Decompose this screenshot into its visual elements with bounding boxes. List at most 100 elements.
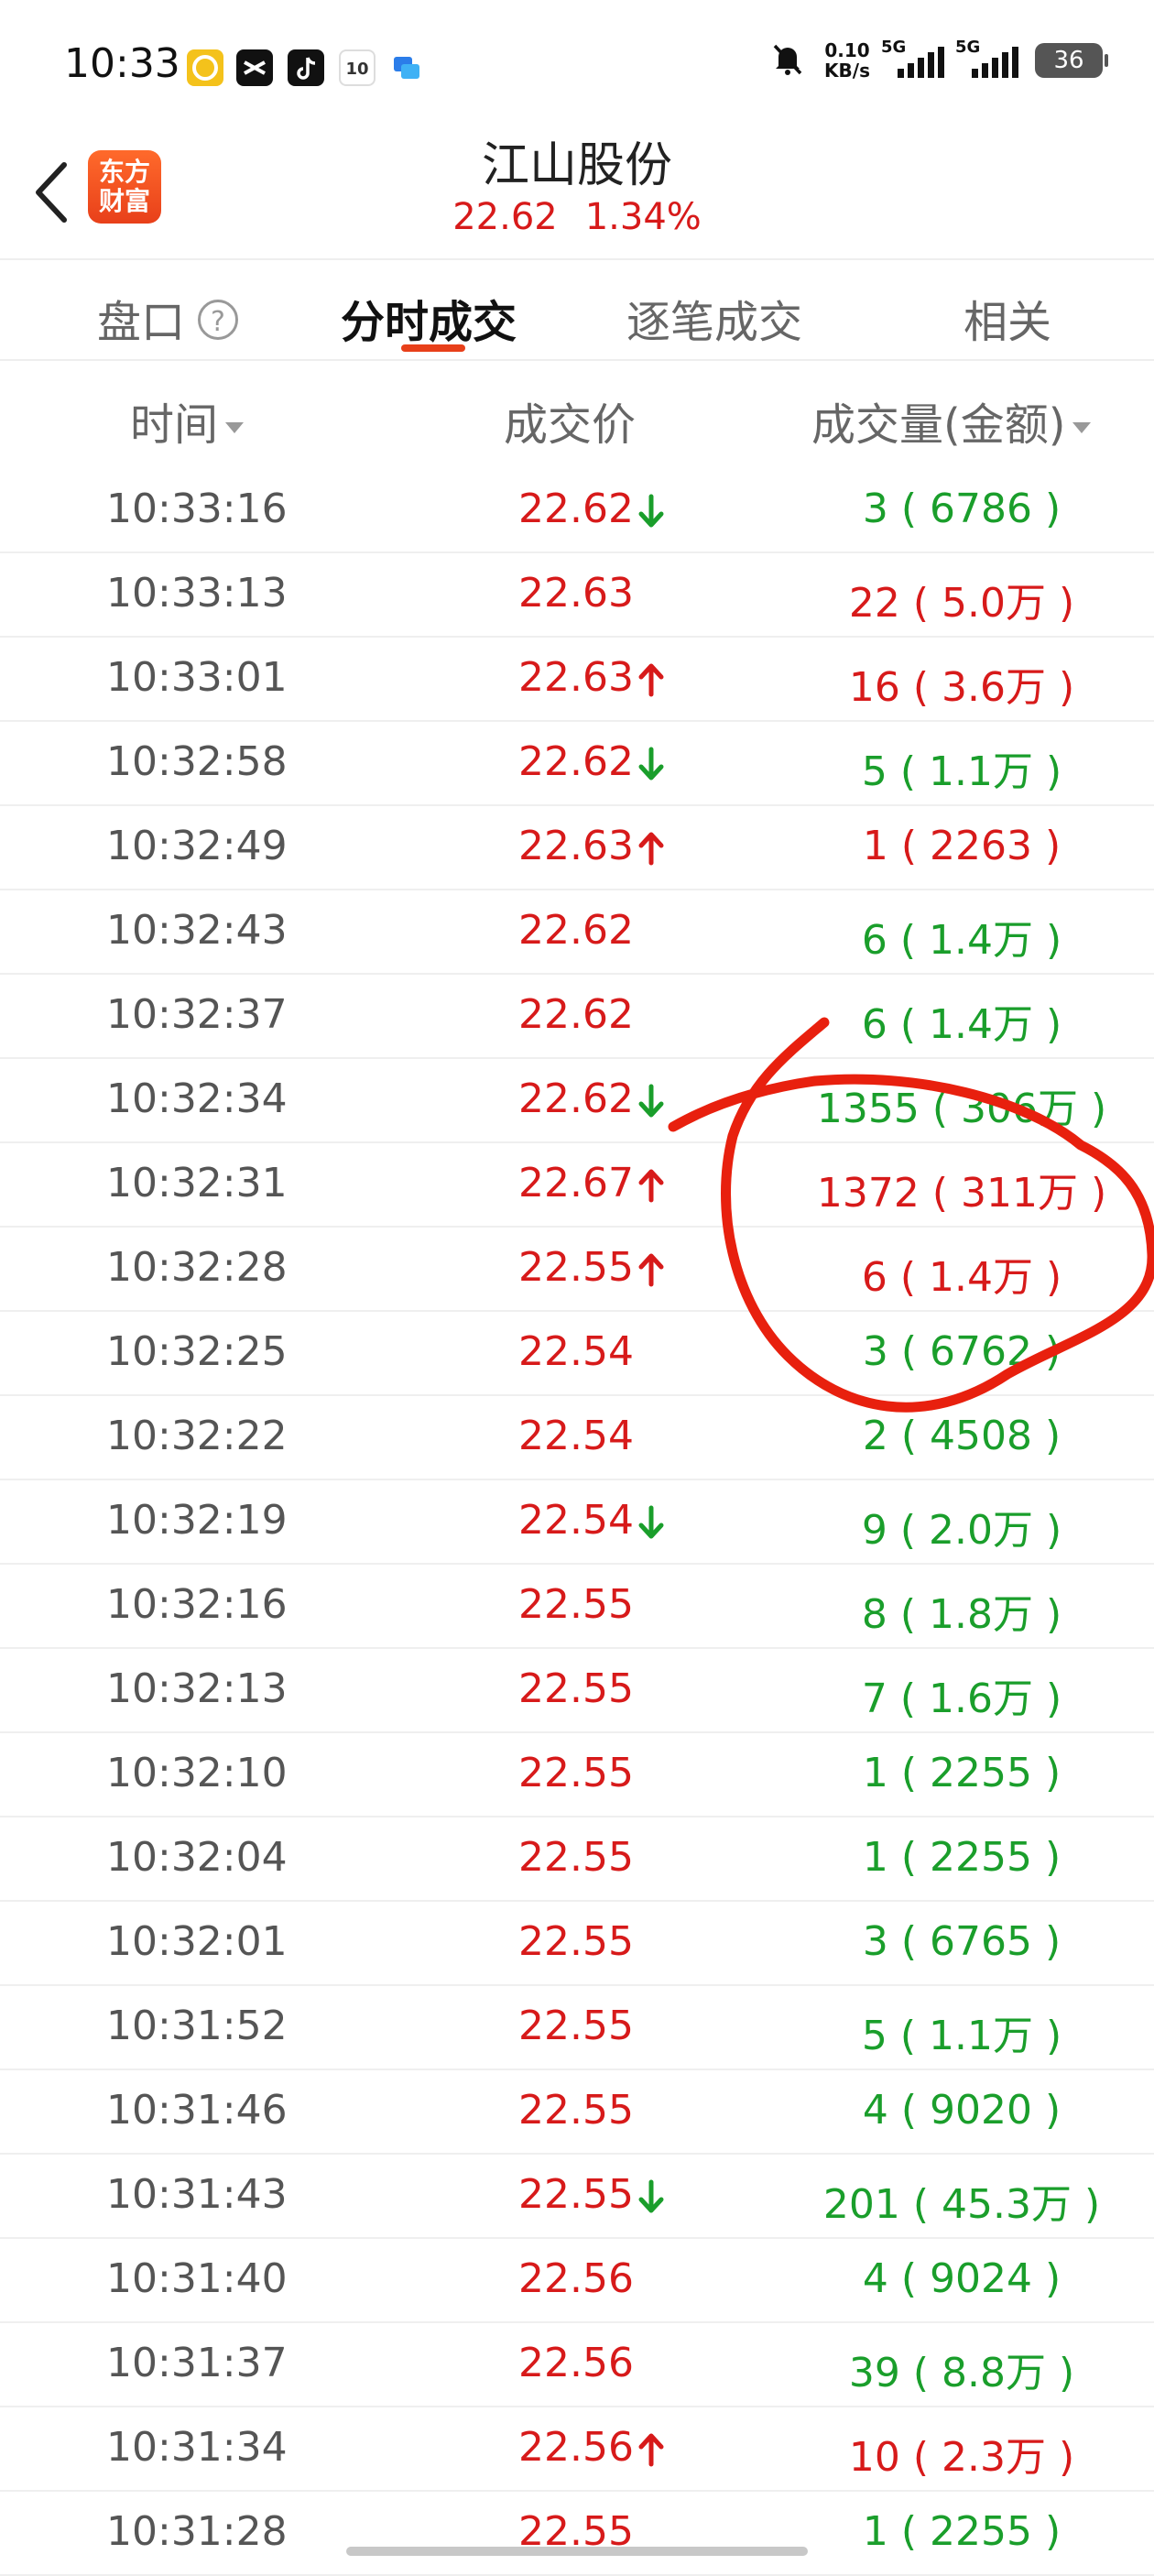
trade-time: 10:31:52 <box>106 2003 288 2049</box>
help-icon[interactable]: ? <box>198 300 239 340</box>
trade-time: 10:31:28 <box>106 2508 288 2555</box>
trade-row: 10:31:40 22.56 4 ( 9024 ) <box>0 2239 1154 2323</box>
arrow-down-icon <box>638 1505 664 1539</box>
trade-price: 22.62 <box>518 907 634 954</box>
column-header-volume[interactable]: 成交量(金额) <box>811 388 1092 453</box>
tab-intraday-trades[interactable]: 分时成交 <box>341 286 517 350</box>
trade-time: 10:32:16 <box>106 1581 288 1628</box>
trade-time: 10:32:37 <box>106 991 288 1038</box>
arrow-up-icon <box>638 1253 664 1287</box>
calendar-day: 10 <box>345 60 369 79</box>
trade-price: 22.55 <box>518 1750 634 1796</box>
trade-time: 10:32:58 <box>106 738 288 785</box>
trade-volume: 3 ( 6786 ) <box>862 486 1061 532</box>
tab-pankou[interactable]: 盘口? <box>97 286 239 350</box>
trade-price: 22.55 <box>518 1665 634 1712</box>
arrow-down-icon <box>638 1084 664 1118</box>
trade-time: 10:31:34 <box>106 2424 288 2471</box>
trade-row: 10:32:58 22.62 5 ( 1.1万 ) <box>0 722 1154 806</box>
arrow-up-icon <box>638 663 664 697</box>
trade-price: 22.62 <box>518 486 634 532</box>
status-icons: 0.10 KB/s 5G 5G 36 <box>768 38 1108 82</box>
trade-time: 10:32:10 <box>106 1750 288 1796</box>
column-header-time[interactable]: 时间 <box>130 388 245 453</box>
trade-price: 22.55 <box>518 2171 634 2218</box>
trade-volume: 7 ( 1.6万 ) <box>861 1675 1062 1722</box>
trade-row: 10:32:34 22.62 1355 ( 306万 ) <box>0 1059 1154 1143</box>
trade-row: 10:33:13 22.63 22 ( 5.0万 ) <box>0 553 1154 638</box>
tab-related[interactable]: 相关 <box>963 286 1051 350</box>
trade-volume: 16 ( 3.6万 ) <box>848 664 1075 711</box>
trade-price: 22.62 <box>518 738 634 785</box>
stock-name: 江山股份 <box>481 138 672 193</box>
trade-volume: 22 ( 5.0万 ) <box>848 580 1075 627</box>
stock-header: 东方 财富 江山股份 22.62 1.34% <box>0 119 1154 257</box>
trade-row: 10:32:13 22.55 7 ( 1.6万 ) <box>0 1649 1154 1733</box>
trade-volume: 201 ( 45.3万 ) <box>822 2181 1101 2228</box>
arrow-down-icon <box>638 2179 664 2213</box>
trade-time: 10:31:43 <box>106 2171 288 2218</box>
trade-time: 10:31:40 <box>106 2255 288 2302</box>
trade-row: 10:31:37 22.56 39 ( 8.8万 ) <box>0 2323 1154 2407</box>
arrow-up-icon <box>638 2433 664 2467</box>
tab-tick-trades[interactable]: 逐笔成交 <box>626 286 802 350</box>
trade-volume: 2 ( 4508 ) <box>862 1413 1061 1459</box>
trade-time: 10:31:46 <box>106 2087 288 2134</box>
arrow-up-icon <box>638 832 664 866</box>
trade-price: 22.54 <box>518 1497 634 1544</box>
trade-list[interactable]: 10:33:16 22.62 3 ( 6786 ) 10:33:13 22.63 22 (… <box>0 469 1154 2576</box>
tiktok-icon <box>288 49 324 86</box>
trade-row: 10:32:49 22.63 1 ( 2263 ) <box>0 806 1154 890</box>
trade-volume: 1 ( 2255 ) <box>862 1834 1061 1881</box>
trade-price: 22.54 <box>518 1413 634 1459</box>
sort-down-icon <box>225 422 245 433</box>
divider <box>0 359 1154 361</box>
trade-row: 10:32:22 22.54 2 ( 4508 ) <box>0 1396 1154 1480</box>
calendar-10-icon: 10 <box>339 49 376 86</box>
trade-price: 22.63 <box>518 570 634 617</box>
signal-5g-icon: 5G <box>955 38 1018 78</box>
trade-time: 10:33:16 <box>106 486 288 532</box>
trade-time: 10:32:04 <box>106 1834 288 1881</box>
net-speed: 0.10 KB/s <box>824 39 870 82</box>
trade-price: 22.55 <box>518 2003 634 2049</box>
trade-price: 22.55 <box>518 2087 634 2134</box>
trade-row: 10:33:01 22.63 16 ( 3.6万 ) <box>0 638 1154 722</box>
coin-app-icon <box>187 49 223 86</box>
trade-volume: 6 ( 1.4万 ) <box>861 1001 1062 1048</box>
trade-price: 22.55 <box>518 1581 634 1628</box>
trade-volume: 1 ( 2263 ) <box>862 823 1061 869</box>
trade-volume: 6 ( 1.4万 ) <box>861 1254 1062 1301</box>
capcut-icon <box>236 49 273 86</box>
trade-price: 22.63 <box>518 654 634 701</box>
trade-row: 10:32:19 22.54 9 ( 2.0万 ) <box>0 1480 1154 1565</box>
trade-volume: 6 ( 1.4万 ) <box>861 917 1062 964</box>
trade-volume: 8 ( 1.8万 ) <box>861 1591 1062 1638</box>
trade-row: 10:32:16 22.55 8 ( 1.8万 ) <box>0 1565 1154 1649</box>
trade-row: 10:31:52 22.55 5 ( 1.1万 ) <box>0 1986 1154 2070</box>
trade-volume: 4 ( 9024 ) <box>862 2255 1061 2302</box>
column-header-price: 成交价 <box>504 399 637 451</box>
trade-volume: 1372 ( 311万 ) <box>816 1170 1107 1217</box>
trade-row: 10:33:16 22.62 3 ( 6786 ) <box>0 469 1154 553</box>
chat-app-icon <box>388 49 425 86</box>
home-indicator[interactable] <box>346 2547 808 2556</box>
trade-price: 22.56 <box>518 2340 634 2386</box>
sort-down-icon <box>1072 422 1092 433</box>
trade-price: 22.67 <box>518 1160 634 1206</box>
trade-row: 10:32:37 22.62 6 ( 1.4万 ) <box>0 975 1154 1059</box>
trade-row: 10:31:28 22.55 1 ( 2255 ) <box>0 2492 1154 2576</box>
battery-icon: 36 <box>1035 43 1108 78</box>
trade-volume: 39 ( 8.8万 ) <box>848 2350 1075 2396</box>
trade-price: 22.63 <box>518 823 634 869</box>
trade-row: 10:31:34 22.56 10 ( 2.3万 ) <box>0 2407 1154 2492</box>
trade-time: 10:32:13 <box>106 1665 288 1712</box>
trade-price: 22.62 <box>518 1075 634 1122</box>
trade-time: 10:32:25 <box>106 1328 288 1375</box>
stock-price: 22.62 <box>452 196 558 238</box>
trade-row: 10:32:31 22.67 1372 ( 311万 ) <box>0 1143 1154 1228</box>
trade-price: 22.62 <box>518 991 634 1038</box>
mute-bell-icon <box>768 38 808 82</box>
trade-time: 10:32:49 <box>106 823 288 869</box>
trade-time: 10:32:34 <box>106 1075 288 1122</box>
